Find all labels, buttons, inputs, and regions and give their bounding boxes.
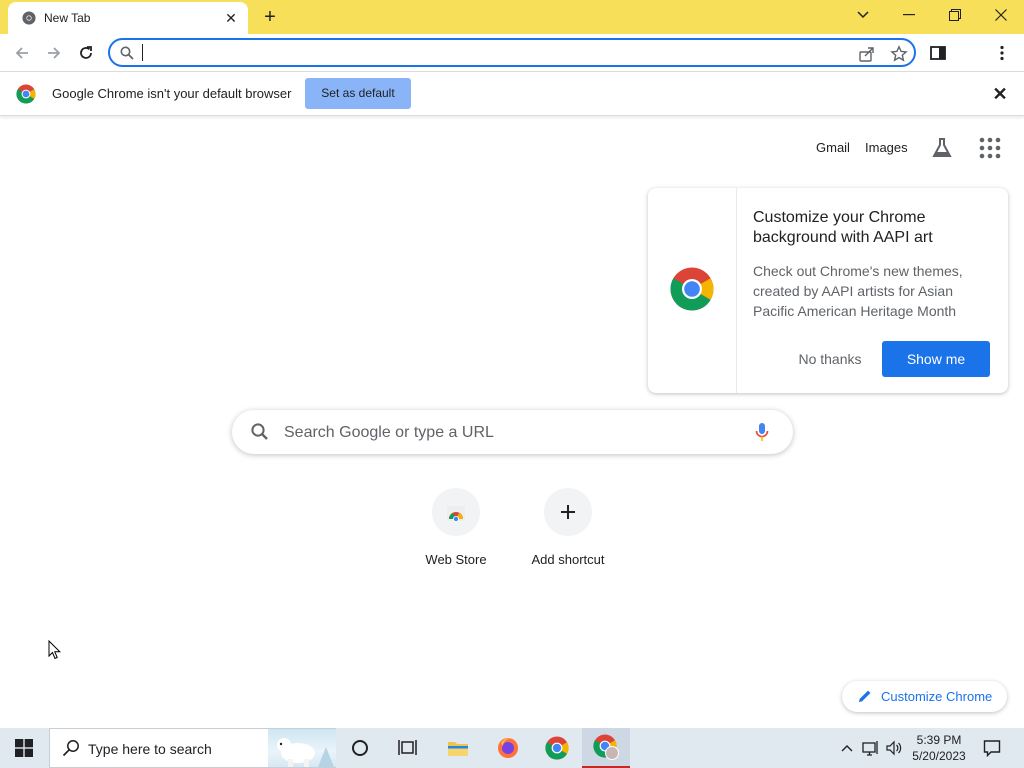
- show-me-button[interactable]: Show me: [882, 341, 990, 377]
- chrome-favicon-icon: [22, 11, 36, 25]
- customize-promo-card: Customize your Chrome background with AA…: [648, 188, 1008, 393]
- chevron-up-icon: [841, 745, 853, 752]
- google-apps-icon[interactable]: [979, 137, 1001, 159]
- chrome-logo-icon: [16, 84, 36, 104]
- start-button[interactable]: [0, 728, 48, 768]
- chrome-logo-icon: [545, 736, 569, 760]
- infobar-close-icon[interactable]: ✕: [990, 84, 1010, 104]
- gmail-link[interactable]: Gmail: [816, 140, 850, 155]
- omnibox[interactable]: [108, 38, 916, 67]
- shortcut-label: Web Store: [425, 552, 487, 567]
- forward-button[interactable]: [41, 40, 67, 66]
- images-link[interactable]: Images: [865, 140, 908, 155]
- web-store-icon: [447, 506, 465, 522]
- clock-date: 5/20/2023: [912, 749, 966, 763]
- set-as-default-button[interactable]: Set as default: [305, 78, 411, 109]
- reload-icon: [80, 46, 92, 59]
- show-hidden-icons-button[interactable]: [838, 728, 856, 768]
- volume-tray-icon[interactable]: [884, 728, 904, 768]
- promo-body: Check out Chrome's new themes, created b…: [753, 263, 963, 319]
- shortcut-tile: [544, 488, 592, 536]
- reload-button[interactable]: [73, 40, 99, 66]
- omnibox-search-icon: [120, 46, 134, 60]
- promo-title: Customize your Chrome background with AA…: [753, 209, 933, 246]
- bookmark-star-icon[interactable]: [890, 45, 908, 63]
- polar-bear-search-highlight: [268, 729, 336, 767]
- no-thanks-button[interactable]: No thanks: [786, 341, 874, 377]
- labs-flask-icon[interactable]: [930, 136, 954, 160]
- toolbar: [0, 34, 1024, 97]
- shortcut-add[interactable]: Add shortcut: [512, 488, 624, 578]
- shortcut-web-store[interactable]: Web Store: [400, 488, 512, 578]
- back-button[interactable]: [9, 40, 35, 66]
- forward-arrow-icon: [48, 47, 61, 59]
- shortcut-tile: [432, 488, 480, 536]
- ntp-search-box[interactable]: Search Google or type a URL: [232, 410, 793, 454]
- tab-title: New Tab: [44, 11, 91, 25]
- side-panel-icon[interactable]: [928, 43, 948, 63]
- search-placeholder: Search Google or type a URL: [284, 424, 494, 441]
- default-browser-infobar: Google Chrome isn't your default browser…: [0, 71, 1024, 116]
- customize-chrome-label: Customize Chrome: [881, 689, 993, 704]
- task-view-button[interactable]: [384, 728, 432, 768]
- file-explorer-button[interactable]: [434, 728, 482, 768]
- notification-icon: [983, 740, 1001, 757]
- search-icon: [251, 423, 268, 440]
- promo-divider: [736, 188, 737, 393]
- search-icon: [62, 740, 79, 757]
- taskbar-search-placeholder: Type here to search: [88, 741, 212, 757]
- plus-icon: [561, 505, 575, 519]
- cortana-button[interactable]: [336, 728, 384, 768]
- text-caret: [142, 44, 143, 61]
- pencil-icon: [859, 690, 871, 702]
- taskbar-search-box[interactable]: Type here to search: [49, 728, 336, 768]
- chrome-logo-icon: [670, 267, 714, 311]
- tab-new-tab[interactable]: New Tab ✕: [8, 2, 248, 34]
- tab-search-chevron-icon[interactable]: [840, 0, 886, 30]
- clock-time: 5:39 PM: [916, 733, 962, 747]
- voice-search-mic-icon[interactable]: [754, 422, 770, 442]
- chrome-profile-taskbar-button[interactable]: [582, 728, 630, 768]
- minimize-button[interactable]: [886, 0, 932, 30]
- firefox-button[interactable]: [484, 728, 532, 768]
- task-view-icon: [398, 740, 417, 755]
- shortcut-label: Add shortcut: [531, 552, 605, 567]
- close-window-button[interactable]: [978, 0, 1024, 30]
- action-center-button[interactable]: [978, 728, 1006, 768]
- customize-chrome-button[interactable]: Customize Chrome: [842, 681, 1007, 712]
- taskbar-clock[interactable]: 5:39 PM 5/20/2023: [908, 732, 970, 764]
- mouse-cursor-icon: [48, 640, 62, 660]
- folder-icon: [448, 742, 468, 756]
- new-tab-button[interactable]: +: [259, 7, 281, 29]
- infobar-message: Google Chrome isn't your default browser: [52, 86, 292, 101]
- tab-close-icon[interactable]: ✕: [222, 9, 240, 27]
- restore-button[interactable]: [932, 0, 978, 30]
- windows-taskbar: Type here to search 5:39 PM 5/20/2023: [0, 728, 1024, 768]
- share-icon[interactable]: [858, 45, 876, 63]
- title-bar: New Tab ✕ +: [0, 0, 1024, 34]
- back-arrow-icon: [15, 47, 28, 59]
- windows-logo-icon: [15, 739, 33, 757]
- cortana-circle-icon: [352, 740, 368, 756]
- network-tray-icon[interactable]: [860, 728, 882, 768]
- chrome-taskbar-button[interactable]: [533, 728, 581, 768]
- more-menu-icon[interactable]: [992, 43, 1012, 63]
- chrome-profile-icon: [593, 734, 619, 760]
- firefox-icon: [498, 738, 518, 758]
